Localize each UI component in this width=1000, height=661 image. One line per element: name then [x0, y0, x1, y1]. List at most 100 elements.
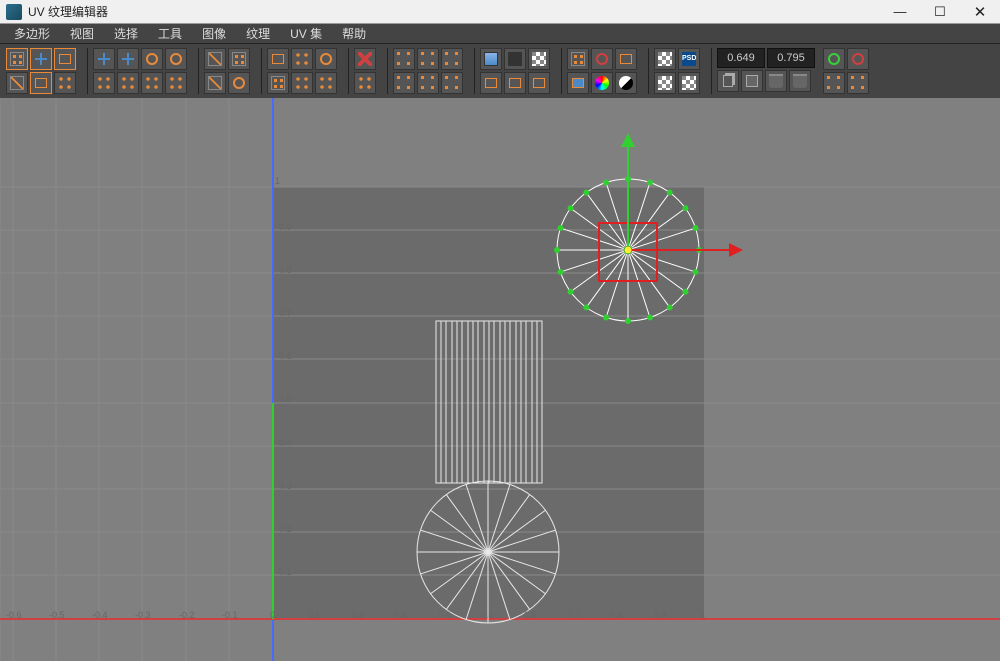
- tool-grid-snap-icon[interactable]: [267, 72, 289, 94]
- tool-target-icon[interactable]: [354, 72, 376, 94]
- tool-bake2-icon[interactable]: [654, 72, 676, 94]
- axis-label-x-0.5: 0.5: [481, 610, 494, 620]
- axis-label-x--0.4: -0.4: [92, 610, 108, 620]
- tool-face-select-icon[interactable]: [441, 48, 463, 70]
- axis-label-x-0.9: 0.9: [654, 610, 667, 620]
- tool-align-u-icon[interactable]: [93, 72, 115, 94]
- tool-flip-u-icon[interactable]: [93, 48, 115, 70]
- toolbars: PSD: [0, 44, 1000, 99]
- axis-label-x--0.1: -0.1: [222, 610, 238, 620]
- tool-bw-icon[interactable]: [615, 72, 637, 94]
- tool-match-icon[interactable]: [315, 72, 337, 94]
- axis-label-y-0.5: 0.5: [279, 394, 292, 404]
- menu-texture[interactable]: 纹理: [236, 24, 280, 44]
- axis-label-y-0.9: 0.9: [279, 222, 292, 232]
- close-button[interactable]: ✕: [960, 0, 1000, 24]
- tool-normalize-icon[interactable]: [228, 72, 250, 94]
- tool-delete-icon[interactable]: [354, 48, 376, 70]
- tool-reload-icon[interactable]: [591, 48, 613, 70]
- tool-swap-icon[interactable]: [615, 48, 637, 70]
- axis-label-y-0.3: 0.3: [279, 481, 292, 491]
- axis-label-x-0.2: 0.2: [351, 610, 364, 620]
- uv-viewport[interactable]: 1 0.9 0.8 0.7 0.6 0.5 0.4 0.3 0.2 0.1 -0…: [0, 98, 1000, 661]
- axis-label-y-0.1: 0.1: [279, 567, 292, 577]
- tool-shade-icon[interactable]: [567, 72, 589, 94]
- tool-flip-v-icon[interactable]: [117, 48, 139, 70]
- tool-unfiltered-icon[interactable]: [504, 72, 526, 94]
- axis-label-y-0.6: 0.6: [279, 351, 292, 361]
- tool-checker-icon[interactable]: [528, 48, 550, 70]
- tool-snap-icon[interactable]: [165, 72, 187, 94]
- axis-label-y-0.8: 0.8: [279, 265, 292, 275]
- axis-label-x--0.6: -0.6: [6, 610, 22, 620]
- titlebar: UV 纹理编辑器 — ☐ ✕: [0, 0, 1000, 24]
- tool-paste-uv-icon[interactable]: [741, 70, 763, 92]
- tool-ratio-icon[interactable]: [528, 72, 550, 94]
- minimize-button[interactable]: —: [880, 0, 920, 24]
- tool-all-select-icon[interactable]: [441, 72, 463, 94]
- menu-view[interactable]: 视图: [60, 24, 104, 44]
- tool-rotate-ccw-icon[interactable]: [141, 48, 163, 70]
- menu-tool[interactable]: 工具: [148, 24, 192, 44]
- tool-refresh-icon[interactable]: [823, 48, 845, 70]
- menu-select[interactable]: 选择: [104, 24, 148, 44]
- tool-frame-icon[interactable]: [823, 72, 845, 94]
- tool-filtered-icon[interactable]: [480, 72, 502, 94]
- uv-u-input[interactable]: [717, 48, 765, 68]
- tool-merge-icon[interactable]: [291, 48, 313, 70]
- tool-distribute-icon[interactable]: [141, 72, 163, 94]
- axis-label-y-0.4: 0.4: [279, 438, 292, 448]
- tool-trash-icon[interactable]: [765, 70, 787, 92]
- manipulator-y-axis[interactable]: [627, 136, 629, 246]
- tool-rotate-cw-icon[interactable]: [165, 48, 187, 70]
- tool-dim-icon[interactable]: [504, 48, 526, 70]
- tool-relax-icon[interactable]: [228, 48, 250, 70]
- menu-help[interactable]: 帮助: [332, 24, 376, 44]
- tool-bake-icon[interactable]: [654, 48, 676, 70]
- tool-color-icon[interactable]: [591, 72, 613, 94]
- tool-image-icon[interactable]: [480, 48, 502, 70]
- tool-copy-uv-icon[interactable]: [717, 70, 739, 92]
- window-title: UV 纹理编辑器: [28, 3, 880, 20]
- axis-label-x-0: 0: [270, 610, 275, 620]
- menubar: 多边形 视图 选择 工具 图像 纹理 UV 集 帮助: [0, 24, 1000, 44]
- tool-move-uv-icon[interactable]: [30, 48, 52, 70]
- tool-options-icon[interactable]: [847, 48, 869, 70]
- axis-label-y-0.7: 0.7: [279, 308, 292, 318]
- tool-select-uv-icon[interactable]: [54, 48, 76, 70]
- tool-sew-uv-icon[interactable]: [54, 72, 76, 94]
- tool-shell-select-icon[interactable]: [393, 48, 415, 70]
- tool-psd-icon[interactable]: PSD: [678, 48, 700, 70]
- axis-label-x--0.2: -0.2: [179, 610, 195, 620]
- tool-vertex-select-icon[interactable]: [393, 72, 415, 94]
- tool-smudge-icon[interactable]: [6, 72, 28, 94]
- menu-uvset[interactable]: UV 集: [280, 24, 332, 44]
- axis-label-y-0.2: 0.2: [279, 524, 292, 534]
- axis-label-x-0.1: 0.1: [308, 610, 321, 620]
- menu-image[interactable]: 图像: [192, 24, 236, 44]
- axis-label-x-0.8: 0.8: [610, 610, 623, 620]
- uv-v-input[interactable]: [767, 48, 815, 68]
- tool-bake3-icon[interactable]: [678, 72, 700, 94]
- manipulator-x-axis[interactable]: [632, 249, 740, 251]
- tool-trash2-icon[interactable]: [789, 70, 811, 92]
- tool-display-grid-icon[interactable]: [567, 48, 589, 70]
- tool-cycle-icon[interactable]: [315, 48, 337, 70]
- axis-label-x-1: 1: [700, 610, 705, 620]
- tool-edge-select-icon[interactable]: [417, 48, 439, 70]
- tool-unfold-icon[interactable]: [204, 48, 226, 70]
- tool-layout-icon[interactable]: [204, 72, 226, 94]
- axis-label-x--0.3: -0.3: [135, 610, 151, 620]
- menu-polygon[interactable]: 多边形: [4, 24, 60, 44]
- axis-label-x--0.5: -0.5: [49, 610, 65, 620]
- maximize-button[interactable]: ☐: [920, 0, 960, 24]
- tool-cut-uv-icon[interactable]: [30, 72, 52, 94]
- tool-pixel-snap-icon[interactable]: [291, 72, 313, 94]
- axis-label-x-0.3: 0.3: [394, 610, 407, 620]
- tool-frame-all-icon[interactable]: [847, 72, 869, 94]
- tool-split-icon[interactable]: [267, 48, 289, 70]
- axis-label-x-0.4: 0.4: [438, 610, 451, 620]
- tool-uv-lattice-icon[interactable]: [6, 48, 28, 70]
- tool-border-select-icon[interactable]: [417, 72, 439, 94]
- tool-align-v-icon[interactable]: [117, 72, 139, 94]
